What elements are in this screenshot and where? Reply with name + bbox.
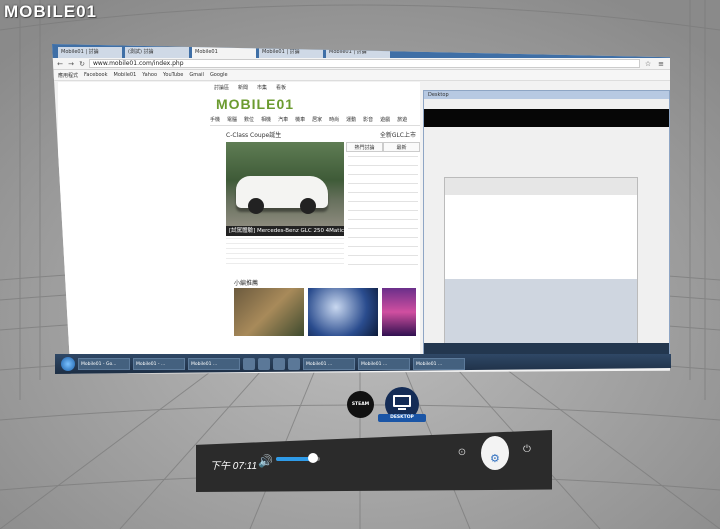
bookmark-item[interactable]: Google (210, 72, 228, 78)
watermark-text: MOBILE01 (4, 2, 98, 21)
steam-button[interactable]: STEAM (347, 391, 374, 418)
category-item[interactable]: 影音 (363, 116, 373, 125)
section-title: 小編推薦 (234, 280, 259, 287)
taskbar-app-icon[interactable] (288, 358, 300, 370)
taskbar-app-icon[interactable] (273, 358, 285, 370)
headline-bar: C-Class Coupe誕生 全新GLC上市 (226, 130, 416, 139)
taskbar-item[interactable]: Mobile01 - ... (133, 358, 185, 370)
headline-link[interactable]: C-Class Coupe誕生 (226, 130, 281, 139)
settings-button[interactable]: ⚙ (481, 436, 509, 470)
bookmark-item[interactable]: 應用程式 (58, 72, 78, 79)
side-tab[interactable]: 最新 (383, 142, 420, 152)
category-item[interactable]: 時尚 (329, 116, 339, 125)
category-item[interactable]: 機車 (295, 116, 305, 125)
category-item[interactable]: 居家 (312, 116, 322, 125)
side-article-list[interactable] (348, 156, 418, 268)
bookmark-item[interactable]: YouTube (163, 72, 183, 78)
top-nav-item[interactable]: 新聞 (238, 84, 248, 92)
category-item[interactable]: 數位 (244, 116, 254, 125)
browser-tab-active[interactable]: Mobile01 (192, 47, 256, 58)
browser-tab[interactable]: Mobile01 | 討論 (58, 47, 122, 58)
car-image (236, 176, 328, 214)
category-item[interactable]: 相機 (261, 116, 271, 125)
taskbar-item[interactable]: Mobile01 ... (303, 358, 355, 370)
site-logo[interactable]: MOBILE01 (216, 96, 294, 112)
taskbar-item[interactable]: Mobile01 ... (188, 358, 240, 370)
reload-icon[interactable]: ↻ (78, 60, 86, 68)
browser-tab[interactable]: (測試) 討論 (125, 47, 189, 58)
taskbar-item[interactable]: Mobile01 ... (358, 358, 410, 370)
bookmark-item[interactable]: Facebook (84, 72, 108, 78)
bookmark-item[interactable]: Yahoo (142, 72, 157, 78)
category-item[interactable]: 旅遊 (397, 116, 407, 125)
desktop-button-label: DESKTOP (378, 414, 426, 422)
taskbar-app-icon[interactable] (258, 358, 270, 370)
gear-icon: ⚙ (490, 452, 500, 465)
headline-link[interactable]: 全新GLC上市 (380, 130, 416, 139)
menu-icon[interactable]: ≡ (656, 60, 666, 68)
bookmark-item[interactable]: Gmail (189, 72, 204, 78)
inner-black-bar (424, 109, 669, 127)
hero-article-text (226, 238, 344, 268)
mirrored-desktop-window[interactable]: Desktop (423, 90, 670, 358)
thumbnail[interactable] (234, 288, 304, 336)
category-nav: 手機 電腦 數位 相機 汽車 機車 居家 時尚 運動 影音 遊戲 旅遊 (210, 116, 420, 126)
top-nav-item[interactable]: 市集 (257, 84, 267, 92)
top-nav-item[interactable]: 看板 (276, 84, 286, 92)
category-item[interactable]: 遊戲 (380, 116, 390, 125)
category-item[interactable]: 手機 (210, 116, 220, 125)
category-item[interactable]: 電腦 (227, 116, 237, 125)
speaker-icon[interactable]: 🔊 (258, 454, 273, 468)
nested-desktop-preview (444, 177, 638, 347)
taskbar-item[interactable]: Mobile01 ... (413, 358, 465, 370)
thumbnail[interactable] (308, 288, 378, 336)
side-tab[interactable]: 熱門討論 (346, 142, 383, 152)
bookmark-item[interactable]: Mobile01 (114, 72, 137, 78)
category-item[interactable]: 運動 (346, 116, 356, 125)
category-item[interactable]: 汽車 (278, 116, 288, 125)
taskbar-app-icon[interactable] (243, 358, 255, 370)
address-bar[interactable]: www.mobile01.com/index.php (89, 59, 640, 68)
thumbnail[interactable] (382, 288, 416, 336)
hero-image[interactable] (226, 142, 344, 226)
target-icon[interactable]: ⊙ (456, 447, 468, 459)
inner-window-title: Desktop (424, 91, 669, 99)
site-top-nav: 討論區 新聞 市集 看板 (58, 84, 420, 92)
clock-time: 下午 07:11 (210, 461, 258, 472)
webpage-content: 討論區 新聞 市集 看板 MOBILE01 手機 電腦 數位 相機 汽車 機車 … (58, 82, 420, 358)
star-icon[interactable]: ☆ (643, 60, 653, 68)
power-icon[interactable]: ⏻ (521, 444, 533, 456)
side-tabs: 熱門討論 最新 (346, 142, 420, 152)
top-nav-item[interactable]: 討論區 (214, 84, 229, 92)
taskbar-item[interactable]: Mobile01 - Go... (78, 358, 130, 370)
forward-arrow-icon[interactable]: → (67, 60, 75, 68)
monitor-icon (393, 395, 411, 407)
monitor-stand-icon (398, 408, 406, 410)
start-button[interactable] (61, 357, 75, 371)
back-arrow-icon[interactable]: ← (56, 60, 64, 68)
hero-caption[interactable]: [試駕體驗] Mercedes-Benz GLC 250 4Matic (226, 226, 344, 236)
mobile01-watermark-logo: MOBILE01 (4, 2, 97, 22)
virtual-desktop-window[interactable]: Mobile01 | 討論 (測試) 討論 Mobile01 Mobile01 … (52, 44, 670, 374)
browser-toolbar: ← → ↻ www.mobile01.com/index.php ☆ ≡ (52, 58, 670, 70)
bookmarks-bar: 應用程式 Facebook Mobile01 Yahoo YouTube Gma… (52, 70, 670, 81)
thumbnail-row (234, 288, 416, 336)
